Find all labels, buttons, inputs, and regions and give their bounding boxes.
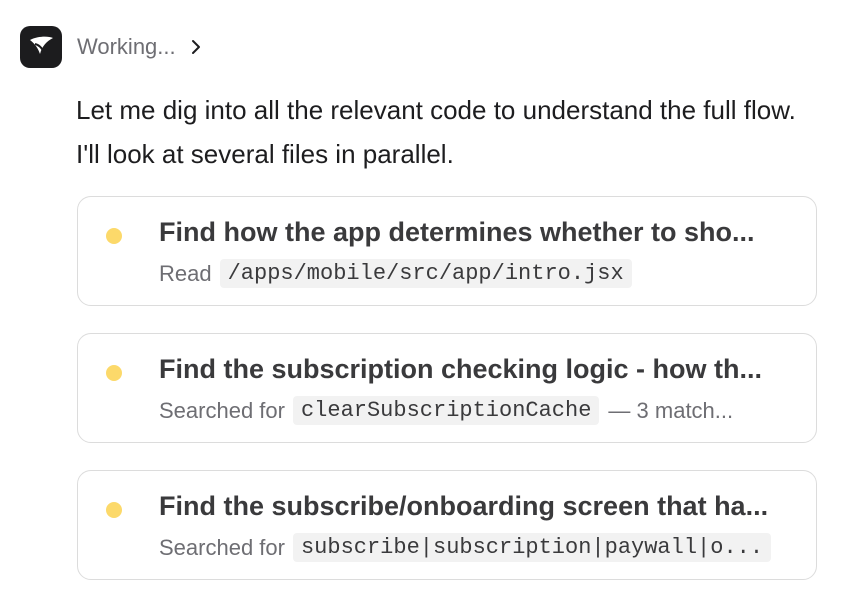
task-card[interactable]: Find how the app determines whether to s… [77, 196, 817, 306]
assistant-message: Let me dig into all the relevant code to… [76, 95, 796, 169]
status-dot [106, 228, 122, 244]
task-action: Searched for [159, 397, 285, 423]
status-dot [106, 502, 122, 518]
task-code: subscribe|subscription|paywall|o... [292, 533, 772, 562]
task-code: /apps/mobile/src/app/intro.jsx [219, 259, 632, 288]
task-action: Read [159, 260, 212, 286]
chevron-right-icon [190, 39, 202, 55]
status-label: Working... [77, 34, 176, 59]
agent-header: Working... [20, 26, 202, 68]
task-code: clearSubscriptionCache [292, 396, 600, 425]
task-title: Find how the app determines whether to s… [159, 217, 755, 247]
task-title: Find the subscription checking logic - h… [159, 354, 763, 384]
task-card[interactable]: Find the subscribe/onboarding screen tha… [77, 470, 817, 580]
task-card[interactable]: Find the subscription checking logic - h… [77, 333, 817, 443]
status-dot [106, 365, 122, 381]
task-title: Find the subscribe/onboarding screen tha… [159, 491, 769, 521]
task-result-count: — 3 match... [608, 397, 734, 423]
task-action: Searched for [159, 534, 285, 560]
status-toggle[interactable]: Working... [77, 34, 202, 60]
task-detail: Searched for subscribe|subscription|payw… [159, 533, 804, 562]
task-detail: Read /apps/mobile/src/app/intro.jsx [159, 259, 804, 288]
task-detail: Searched for clearSubscriptionCache — 3 … [159, 396, 804, 425]
app-logo-icon [20, 26, 62, 68]
